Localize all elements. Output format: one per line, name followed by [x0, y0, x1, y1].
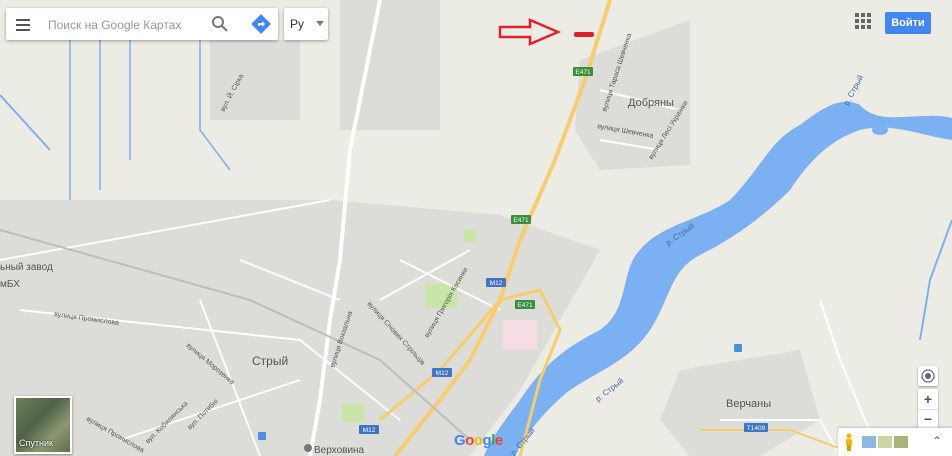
google-logo: Google	[454, 432, 503, 449]
svg-text:M12: M12	[436, 370, 449, 377]
svg-text:M12: M12	[490, 280, 503, 287]
svg-text:T1409: T1409	[747, 425, 766, 432]
pond	[872, 125, 888, 135]
my-location-icon	[921, 369, 935, 383]
label-mbkh: мБХ	[0, 279, 20, 290]
language-selector[interactable]: Ру	[284, 8, 328, 40]
shield-e471-top: E471	[573, 67, 593, 76]
expand-icon[interactable]: ⌃	[932, 434, 942, 448]
place-marker-icon[interactable]	[304, 444, 312, 452]
label-verchany: Верчаны	[726, 398, 771, 410]
svg-text:E471: E471	[517, 302, 533, 309]
zoom-controls: + −	[918, 389, 938, 429]
map-canvas[interactable]: E471 E471 E471 M12 M12 M12 T1409 Добряны…	[0, 0, 952, 456]
red-dash-annotation	[574, 32, 594, 37]
zoom-in-button[interactable]: +	[918, 389, 938, 410]
bus-stop-icon[interactable]	[734, 344, 742, 352]
zoom-out-button[interactable]: −	[918, 409, 938, 429]
label-dobriany: Добряны	[628, 97, 674, 109]
bottom-toolbar: ⌃	[838, 428, 952, 456]
shield-m12-2: M12	[432, 368, 452, 377]
apps-grid-icon[interactable]	[855, 13, 873, 31]
label-zavod: ьный завод	[0, 262, 53, 273]
shield-m12-3: M12	[359, 425, 379, 434]
shield-e471-mid: E471	[511, 215, 531, 224]
pegman-icon[interactable]	[844, 433, 854, 451]
satellite-label: Спутник	[19, 438, 53, 448]
shield-e471-low: E471	[515, 300, 535, 309]
svg-text:M12: M12	[363, 427, 376, 434]
search-icon[interactable]	[210, 14, 230, 34]
caret-down-icon	[316, 21, 324, 26]
search-input[interactable]	[46, 8, 210, 42]
my-location-button[interactable]	[918, 366, 938, 386]
bus-stop-icon[interactable]	[258, 432, 266, 440]
signin-button[interactable]: Войти	[885, 12, 931, 34]
svg-text:E471: E471	[575, 69, 591, 76]
shield-m12-1: M12	[486, 278, 506, 287]
label-stryi: Стрый	[252, 354, 288, 368]
directions-icon[interactable]	[250, 13, 272, 35]
label-verkhovyna: Верховина	[314, 445, 365, 456]
search-box	[6, 8, 278, 42]
hamburger-menu-icon[interactable]	[16, 17, 32, 31]
svg-text:E471: E471	[513, 217, 529, 224]
imagery-thumbnails[interactable]	[862, 435, 920, 448]
language-label: Ру	[290, 17, 305, 31]
satellite-toggle[interactable]: Спутник	[14, 396, 72, 454]
pink-area	[503, 320, 537, 350]
shield-t1409: T1409	[744, 423, 768, 432]
